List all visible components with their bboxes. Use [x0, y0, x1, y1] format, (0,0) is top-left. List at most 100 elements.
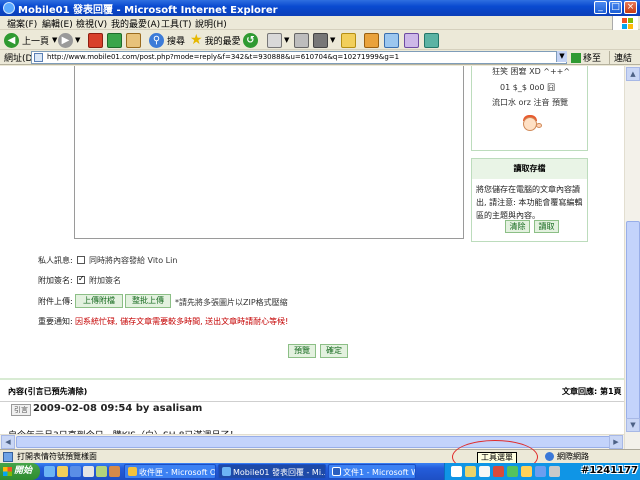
messenger-icon	[364, 32, 379, 48]
address-bar: 網址(D) http://www.mobile01.com/post.php?m…	[0, 50, 640, 65]
folder-icon	[341, 32, 356, 48]
emoticon-row-1[interactable]: 狂笑 困窘 XD ^++^	[492, 66, 570, 77]
quicklaunch-app-icon[interactable]	[109, 466, 120, 477]
home-button[interactable]	[126, 32, 141, 48]
tray-language-icon[interactable]	[451, 466, 462, 477]
scroll-down-arrow-icon[interactable]: ▼	[626, 418, 640, 432]
menu-tools[interactable]: 工具(T)	[161, 17, 192, 30]
emoticon-row-3[interactable]: 流口水 orz 注音 預覽	[492, 97, 568, 108]
network-icon	[424, 32, 439, 48]
close-button[interactable]: ×	[624, 1, 637, 14]
tray-app-icon[interactable]	[493, 466, 504, 477]
folder-button[interactable]	[341, 32, 356, 48]
watermark: #1241177	[581, 465, 639, 476]
start-button[interactable]: 開始	[0, 463, 40, 480]
window-title: Mobile01 發表回覆 - Microsoft Internet Explo…	[18, 5, 278, 16]
taskbar-item-word[interactable]: 文件1 - Microsoft Word	[328, 464, 416, 479]
stop-button[interactable]	[88, 32, 103, 48]
emoticon-row-2[interactable]: 01 $_$ 0o0 囧	[500, 82, 555, 93]
windows-logo-icon	[612, 16, 638, 30]
taskbar: 開始 收件匣 - Microsoft Outlook Mobile01 發表回覆…	[0, 463, 640, 480]
links-button[interactable]: 連結	[609, 51, 632, 64]
back-arrow-icon: ◀	[4, 32, 19, 48]
word-icon	[332, 467, 341, 476]
tray-app-icon[interactable]	[535, 466, 546, 477]
smiley-mascot-icon	[519, 115, 543, 135]
forward-button[interactable]: ▶ ▼	[58, 32, 80, 48]
quicklaunch-app-icon[interactable]	[83, 466, 94, 477]
history-button[interactable]: ↺	[243, 32, 258, 48]
batch-upload-button[interactable]: 整批上傳	[125, 294, 171, 308]
tray-app-icon[interactable]	[549, 466, 560, 477]
scroll-right-arrow-icon[interactable]: ▶	[609, 435, 623, 449]
clear-button[interactable]: 清除	[505, 220, 530, 233]
signature-checkbox[interactable]	[77, 274, 85, 284]
draft-panel-title: 讀取存檔	[472, 159, 587, 179]
menu-file[interactable]: 檔案(F)	[7, 17, 37, 30]
internet-zone-icon	[545, 452, 554, 461]
scroll-thumb[interactable]	[626, 221, 640, 421]
chevron-down-icon: ▼	[52, 36, 58, 44]
tray-app-icon[interactable]	[479, 466, 490, 477]
address-dropdown-button[interactable]: ▼	[556, 51, 567, 62]
quicklaunch-app-icon[interactable]	[96, 466, 107, 477]
bluetooth-button[interactable]	[424, 32, 439, 48]
quicklaunch-ie-icon[interactable]	[44, 466, 55, 477]
scroll-up-arrow-icon[interactable]: ▲	[626, 67, 640, 81]
page-icon	[34, 53, 43, 62]
quicklaunch-folder-icon[interactable]	[57, 466, 68, 477]
maximize-button[interactable]: □	[609, 1, 622, 14]
translate-icon	[404, 32, 419, 48]
menu-help[interactable]: 說明(H)	[195, 17, 227, 30]
history-icon: ↺	[243, 32, 258, 48]
quicklaunch-desktop-icon[interactable]	[70, 466, 81, 477]
signature-label: 附加簽名:	[38, 276, 73, 285]
draft-panel: 讀取存檔 將您儲存在電腦的文章內容讀出, 請注意: 本功能會覆寫編輯區的主題與內…	[471, 158, 588, 242]
taskbar-item-ie[interactable]: Mobile01 發表回覆 - Mi...	[218, 464, 326, 479]
menu-edit[interactable]: 編輯(E)	[42, 17, 73, 30]
minimize-button[interactable]: _	[594, 1, 607, 14]
translate-button[interactable]	[404, 32, 419, 48]
vertical-scrollbar[interactable]: ▲ ▼	[624, 66, 640, 449]
status-text: 打開表情符號預覽樣面	[17, 452, 97, 461]
taskbar-item-outlook[interactable]: 收件匣 - Microsoft Outlook	[124, 464, 216, 479]
message-textarea[interactable]	[74, 66, 464, 239]
research-button[interactable]	[384, 32, 399, 48]
submit-button[interactable]: 確定	[320, 344, 348, 358]
scroll-left-arrow-icon[interactable]: ◀	[1, 435, 15, 449]
load-button[interactable]: 讀取	[534, 220, 559, 233]
preview-button[interactable]: 預覽	[288, 344, 316, 358]
quote-tag: 引言	[11, 404, 31, 416]
upload-attachment-button[interactable]: 上傳附檔	[75, 294, 123, 308]
notice-label: 重要通知:	[38, 317, 73, 326]
go-arrow-icon	[571, 52, 581, 63]
menu-view[interactable]: 檢視(V)	[76, 17, 107, 30]
page-status-icon	[3, 452, 13, 462]
messenger-button[interactable]	[364, 32, 379, 48]
chevron-down-icon: ▼	[284, 36, 290, 44]
star-icon: ★	[190, 32, 203, 48]
back-button[interactable]: ◀ 上一頁 ▼	[4, 32, 57, 48]
toolbar: ◀ 上一頁 ▼ ▶ ▼ ⚲ 搜尋 ★ 我的最愛 ↺ ▼ ▼	[0, 30, 640, 50]
tray-ime-icon[interactable]	[465, 466, 476, 477]
chevron-down-icon: ▼	[75, 36, 81, 44]
search-icon: ⚲	[149, 32, 164, 48]
security-zone: 網際網路	[545, 451, 589, 462]
favorites-button[interactable]: ★ 我的最愛	[190, 32, 241, 48]
print-icon	[294, 32, 309, 48]
address-input[interactable]: http://www.mobile01.com/post.php?mode=re…	[31, 51, 567, 64]
tray-app-icon[interactable]	[507, 466, 518, 477]
go-button[interactable]: 移至	[571, 51, 601, 64]
tray-app-icon[interactable]	[521, 466, 532, 477]
edit-button[interactable]: ▼	[313, 32, 335, 48]
attachment-label: 附件上傳:	[38, 297, 73, 306]
print-button[interactable]	[294, 32, 309, 48]
divider	[0, 401, 624, 402]
reply-count: 文章回應: 第1頁	[562, 387, 622, 396]
mail-button[interactable]: ▼	[267, 32, 289, 48]
search-button[interactable]: ⚲ 搜尋	[149, 32, 185, 48]
menu-favorites[interactable]: 我的最愛(A)	[111, 17, 160, 30]
refresh-button[interactable]	[107, 32, 122, 48]
quote-title: 內容(引言已預先清除)	[8, 387, 88, 396]
private-message-checkbox[interactable]	[77, 256, 85, 264]
